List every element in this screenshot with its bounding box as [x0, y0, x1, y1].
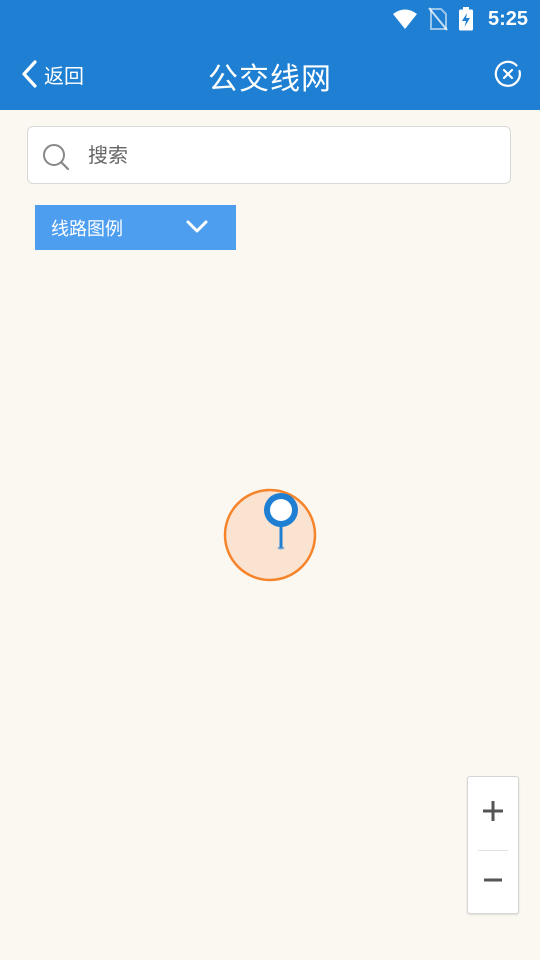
plus-icon — [483, 801, 503, 821]
close-button[interactable] — [494, 60, 522, 88]
zoom-out-button[interactable] — [468, 846, 518, 914]
zoom-control — [467, 776, 519, 914]
zoom-in-button[interactable] — [468, 777, 518, 845]
page-title: 公交线网 — [208, 62, 332, 97]
minus-icon — [484, 878, 502, 882]
legend-dropdown[interactable]: 线路图例 — [35, 205, 236, 250]
search-box[interactable] — [27, 126, 511, 184]
status-bar: 5:25 — [0, 0, 540, 38]
close-circle-icon — [494, 60, 521, 87]
nav-bar: 返回 公交线网 — [0, 38, 540, 110]
wifi-icon — [392, 9, 417, 29]
no-sim-icon — [428, 7, 448, 31]
map-view[interactable]: 线路图例 — [0, 110, 540, 960]
search-icon — [43, 144, 70, 171]
status-time: 5:25 — [487, 7, 528, 30]
search-input[interactable] — [88, 137, 488, 173]
chevron-down-icon — [186, 220, 208, 233]
legend-label: 线路图例 — [51, 219, 123, 240]
battery-charging-icon — [458, 7, 473, 31]
app-header: 5:25 返回 公交线网 — [0, 0, 540, 110]
location-marker[interactable] — [223, 488, 317, 582]
status-icons: 5:25 — [392, 5, 528, 33]
